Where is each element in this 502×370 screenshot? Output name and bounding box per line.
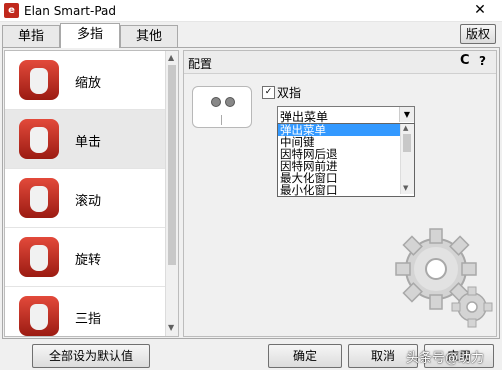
gesture-list-scrollbar[interactable]: ▲ ▼ — [165, 51, 178, 336]
title-bar: e Elan Smart-Pad ✕ — [0, 0, 502, 22]
gesture-item-zoom[interactable]: 缩放 — [5, 51, 169, 110]
touchpad-preview-icon — [192, 86, 252, 128]
gesture-item-scroll[interactable]: 滚动 — [5, 169, 169, 228]
tab-other[interactable]: 其他 — [120, 25, 178, 47]
scroll-down-icon[interactable]: ▼ — [168, 323, 174, 332]
refresh-icon[interactable]: C — [460, 53, 470, 68]
chevron-down-icon[interactable]: ▼ — [399, 107, 414, 122]
tab-multi-finger[interactable]: 多指 — [60, 23, 120, 48]
dropdown-option[interactable]: 最小化窗口 — [278, 184, 400, 196]
config-header: 配置 C ? — [184, 51, 496, 74]
gesture-label: 三指 — [75, 312, 102, 327]
window-title: Elan Smart-Pad — [24, 4, 116, 18]
gesture-item-three-finger[interactable]: 三指 — [5, 287, 169, 336]
close-icon[interactable]: ✕ — [458, 0, 502, 21]
two-finger-checkbox[interactable]: ✓ — [262, 86, 275, 99]
gesture-label: 缩放 — [75, 76, 102, 91]
action-dropdown-list: 弹出菜单 中间键 因特网后退 因特网前进 最大化窗口 最小化窗口 ▲ ▼ — [277, 123, 415, 197]
gesture-label: 单击 — [75, 135, 102, 150]
help-icon[interactable]: ? — [479, 54, 486, 68]
gesture-list: 缩放 单击 滚动 旋转 三指 — [4, 50, 179, 337]
gesture-item-tap[interactable]: 单击 — [5, 110, 169, 169]
config-panel: 配置 C ? ✓ 双指 弹出菜单 ▼ 弹出菜单 中间键 因特网后退 因特网前进 … — [183, 50, 497, 337]
rotate-hand-icon — [19, 237, 59, 277]
gears-icon — [395, 228, 493, 328]
pinch-hand-icon — [19, 60, 59, 100]
elan-app-icon: e — [4, 3, 19, 18]
gesture-label: 旋转 — [75, 253, 102, 268]
dropdown-scrollbar[interactable]: ▲ ▼ — [400, 124, 414, 194]
tab-single-finger[interactable]: 单指 — [2, 25, 60, 47]
scroll-hand-icon — [19, 178, 59, 218]
gesture-label: 滚动 — [75, 194, 102, 209]
two-finger-label: 双指 — [277, 86, 302, 100]
reset-defaults-button[interactable]: 全部设为默认值 — [32, 344, 150, 368]
config-title: 配置 — [188, 57, 213, 71]
watermark: 头条号@助力 — [406, 351, 485, 366]
ok-button[interactable]: 确定 — [268, 344, 342, 368]
tap-hand-icon — [19, 119, 59, 159]
version-button[interactable]: 版权 — [460, 24, 496, 44]
gesture-item-rotate[interactable]: 旋转 — [5, 228, 169, 287]
scroll-up-icon[interactable]: ▲ — [168, 53, 174, 62]
scrollbar-thumb[interactable] — [168, 65, 176, 265]
three-finger-hand-icon — [19, 296, 59, 336]
